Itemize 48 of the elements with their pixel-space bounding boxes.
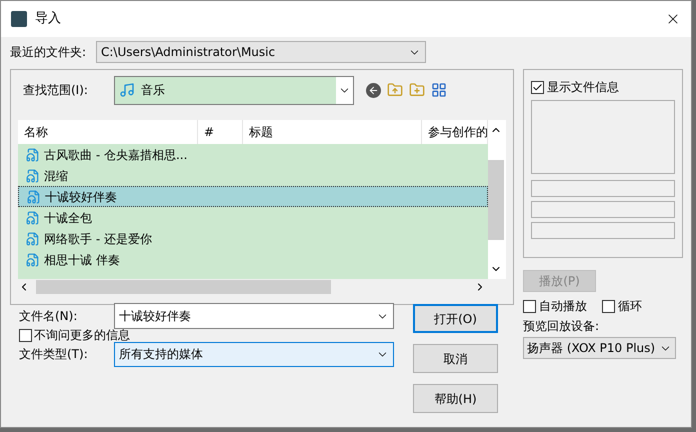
file-row[interactable]: 十诚较好伴奏 bbox=[18, 186, 488, 207]
file-row[interactable]: 相思十诚 伴奏 bbox=[18, 249, 488, 270]
look-in-label: 查找范围(I): bbox=[22, 82, 89, 99]
file-name-label: 文件名(N): bbox=[18, 308, 78, 325]
audio-file-icon bbox=[27, 190, 41, 204]
window-title: 导入 bbox=[35, 10, 61, 28]
file-name: 混缩 bbox=[44, 168, 68, 184]
file-name: 相思十诚 伴奏 bbox=[44, 252, 120, 268]
checkbox[interactable] bbox=[602, 300, 615, 312]
audio-file-icon bbox=[26, 148, 40, 162]
scrollbar-thumb[interactable] bbox=[36, 280, 331, 294]
file-type-label: 文件类型(T): bbox=[18, 346, 89, 363]
look-in-dropdown[interactable]: 音乐 bbox=[114, 76, 354, 104]
checkbox[interactable] bbox=[531, 80, 544, 94]
file-row[interactable]: 混缩 bbox=[18, 165, 488, 186]
back-icon[interactable] bbox=[366, 82, 381, 98]
checkbox-label: 循环 bbox=[618, 298, 642, 315]
file-name: 网络歌手 - 还是爱你 bbox=[44, 230, 152, 248]
look-in-value: 音乐 bbox=[141, 82, 165, 99]
dialog-button[interactable]: 取消 bbox=[413, 344, 498, 373]
view-menu-icon[interactable] bbox=[431, 82, 447, 98]
scrollbar-thumb[interactable] bbox=[488, 160, 504, 240]
check-icon bbox=[532, 82, 543, 92]
checkbox-label: 自动播放 bbox=[539, 298, 588, 315]
audio-file-icon bbox=[26, 252, 40, 266]
recent-folder-label: 最近的文件夹: bbox=[10, 44, 88, 61]
app-logo-icon bbox=[11, 11, 27, 27]
file-row[interactable]: 十诚全包 bbox=[18, 207, 488, 228]
file-name: 古风歌曲 - 仓央嘉措相思... bbox=[44, 146, 188, 164]
checkbox-label: 显示文件信息 bbox=[547, 79, 619, 96]
preview-device-label: 预览回放设备: bbox=[523, 318, 600, 335]
checkbox[interactable] bbox=[19, 328, 32, 342]
dialog-button[interactable]: 打开(O) bbox=[413, 304, 498, 333]
music-note-icon bbox=[119, 82, 135, 98]
file-row[interactable]: 古风歌曲 - 仓央嘉措相思... bbox=[18, 144, 488, 165]
file-name-field[interactable]: 十诚较好伴奏 bbox=[114, 303, 394, 329]
preview-device-dropdown[interactable]: 扬声器 (XOX P10 Plus) bbox=[523, 337, 676, 359]
audio-file-icon bbox=[26, 210, 40, 224]
file-name: 十诚全包 bbox=[44, 210, 92, 226]
audio-file-icon bbox=[26, 232, 40, 246]
file-row[interactable]: 网络歌手 - 还是爱你 bbox=[18, 228, 488, 249]
audio-file-icon bbox=[26, 168, 40, 182]
recent-folder-dropdown[interactable]: C:\Users\Administrator\Music bbox=[96, 41, 426, 63]
file-type-dropdown[interactable]: 所有支持的媒体 bbox=[114, 342, 394, 366]
checkbox[interactable] bbox=[523, 300, 536, 312]
dialog-button[interactable]: 帮助(H) bbox=[413, 384, 498, 413]
checkbox-label: 不询问更多的信息 bbox=[34, 329, 130, 341]
file-name: 十诚较好伴奏 bbox=[45, 188, 117, 206]
